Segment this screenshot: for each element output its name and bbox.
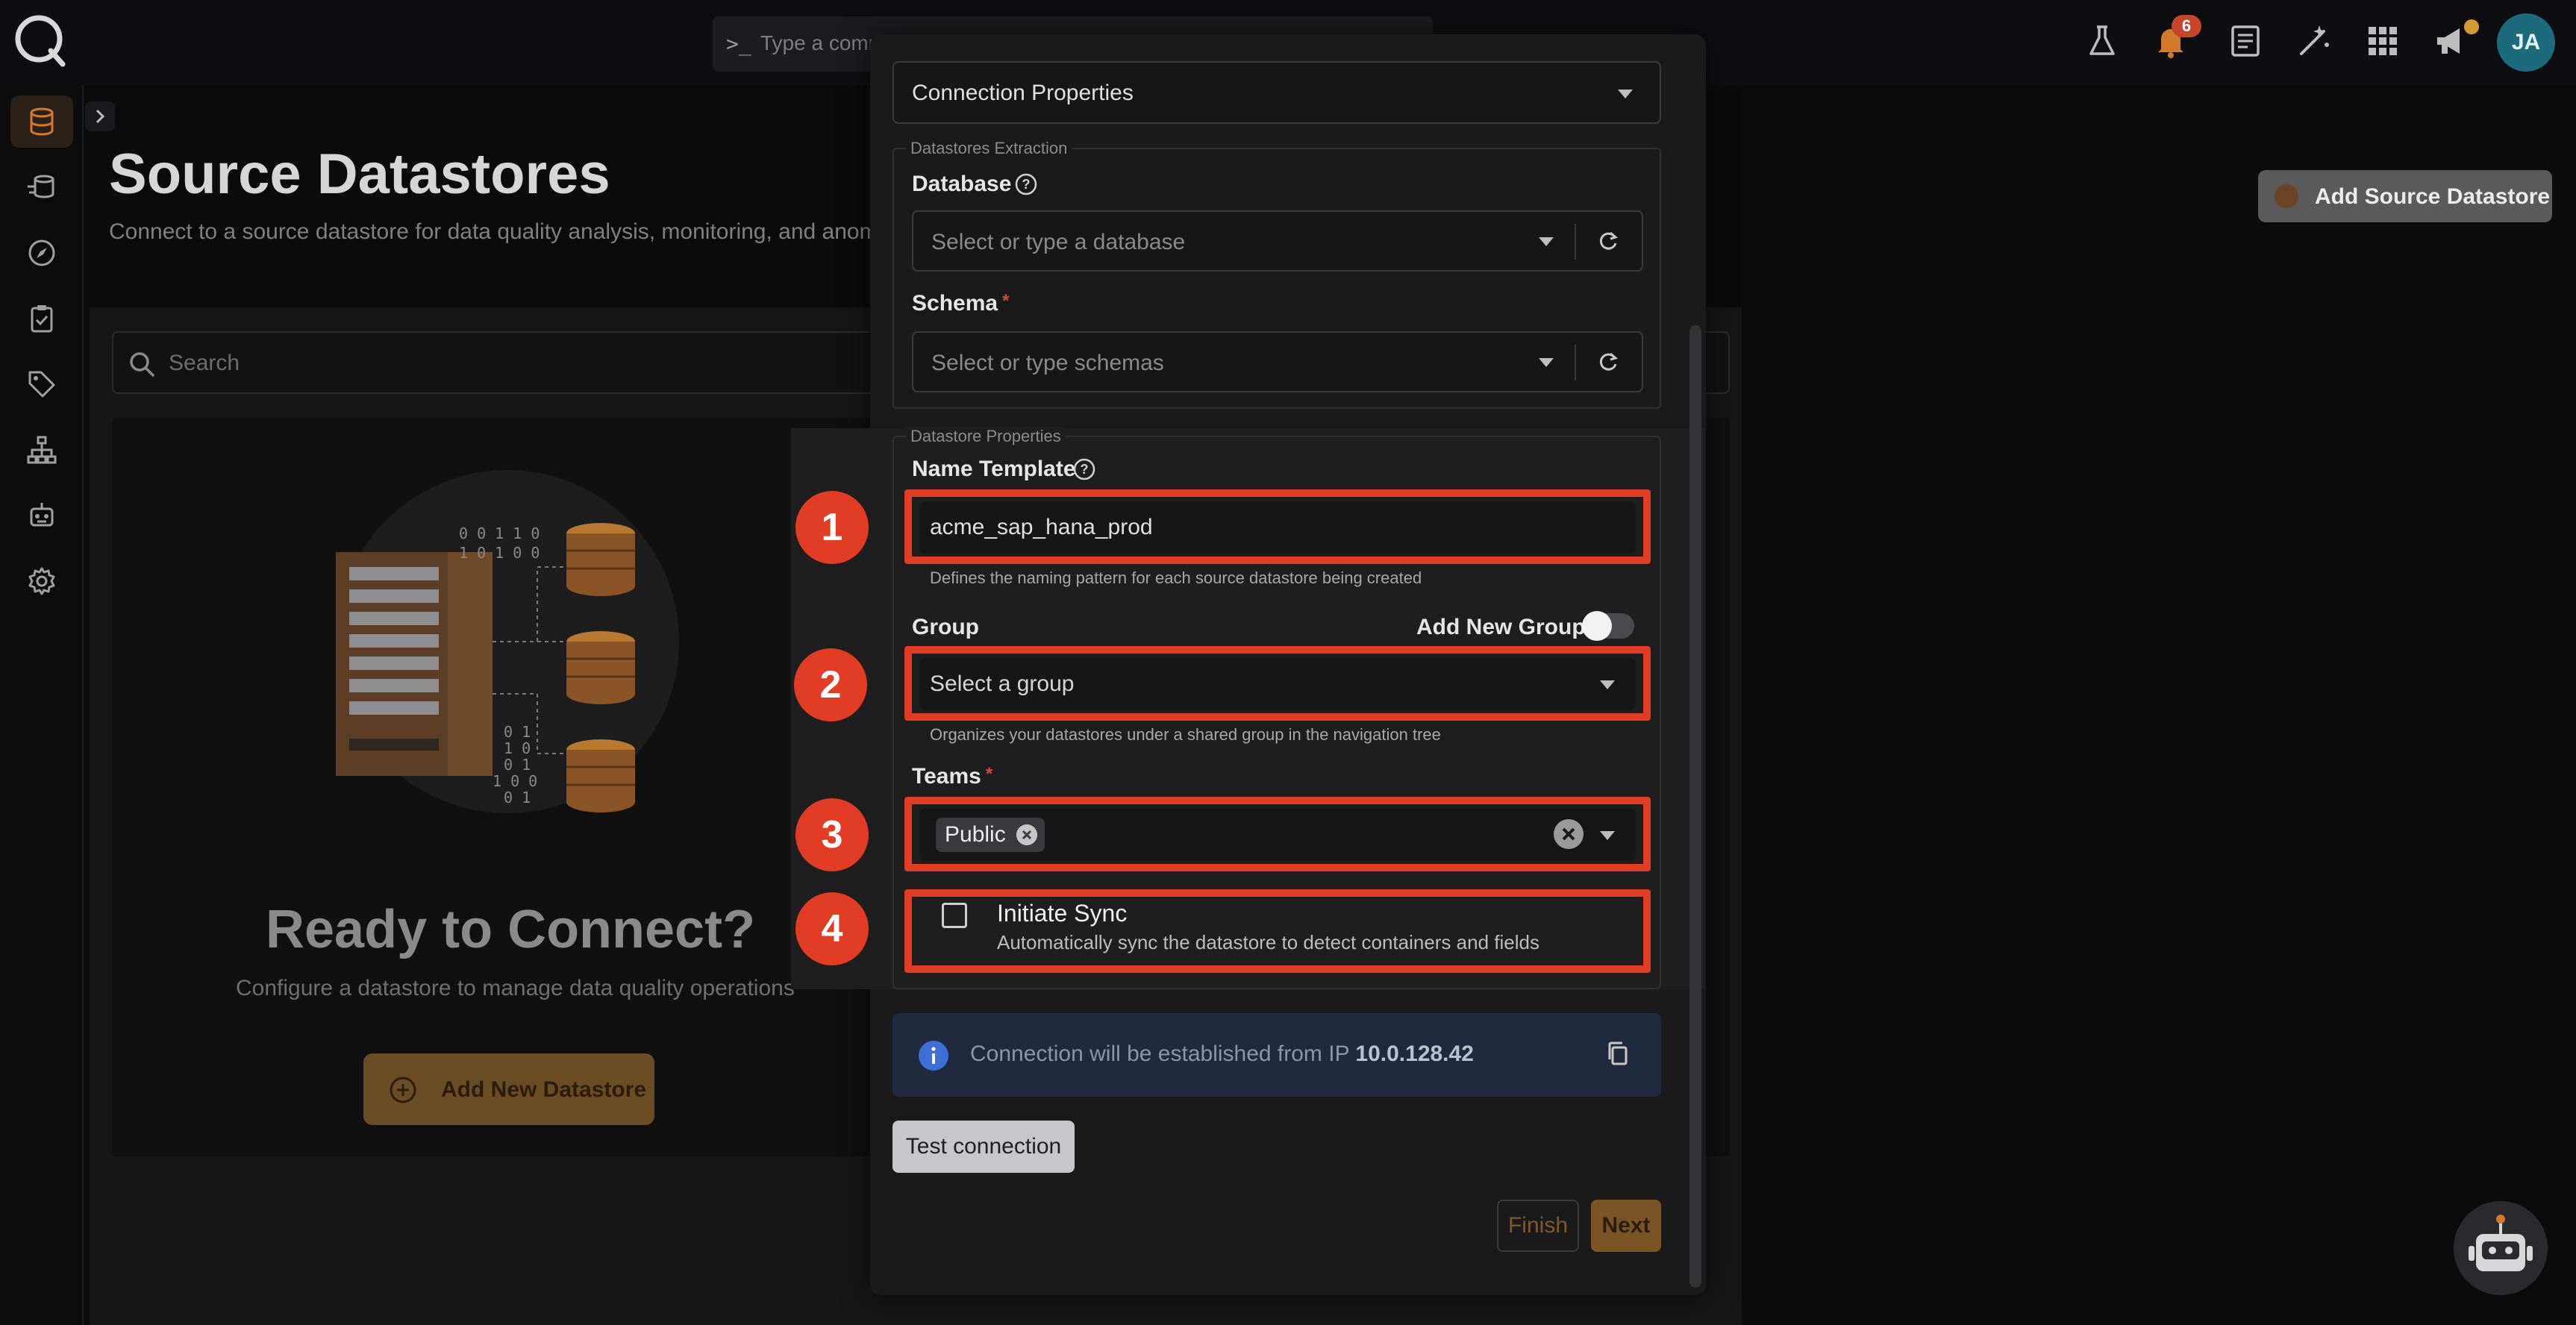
database-placeholder: Select or type a database [931,230,1186,254]
schema-label: Schema * [912,291,1010,316]
sidebar [0,85,84,1325]
sidebar-item-enrichment[interactable] [10,161,73,213]
properties-legend: Datastore Properties [906,427,1066,446]
finish-button[interactable]: Finish [1497,1200,1579,1252]
select-divider [1575,345,1576,380]
teams-label: Teams * [912,764,993,789]
schema-placeholder: Select or type schemas [931,351,1164,375]
step-marker-1: 1 [795,491,869,564]
required-indicator: * [1002,291,1010,311]
test-connection-button[interactable]: Test connection [892,1121,1075,1173]
highlight-box-2 [904,646,1651,721]
binary-row: 0 0 1 1 0 [459,524,540,542]
database-select[interactable]: Select or type a database [912,210,1643,272]
binary-col: 1 0 0 [493,772,537,790]
required-indicator: * [985,764,993,784]
hierarchy-icon [27,436,57,464]
highlight-box-3 [904,797,1651,871]
database-label: Database [912,172,1012,196]
app-logo-icon[interactable] [10,10,70,70]
name-template-hint: Defines the naming pattern for each sour… [930,568,1422,587]
compass-icon [28,239,55,266]
refresh-icon[interactable] [1595,349,1621,375]
page-title: Source Datastores [109,142,610,206]
robot-icon [30,503,54,527]
sidebar-item-settings[interactable] [10,555,73,607]
chevron-down-icon [1539,237,1554,246]
connection-ip-text: Connection will be established from IP 1… [970,1041,1474,1066]
add-new-datastore-label: Add New Datastore [441,1077,647,1102]
step-marker-2: 2 [794,648,867,721]
group-hint: Organizes your datastores under a shared… [930,725,1441,744]
add-new-group-toggle[interactable] [1582,611,1634,641]
modal-scrollbar[interactable] [1689,325,1701,1288]
flask-icon[interactable] [2082,21,2122,61]
copy-icon[interactable] [1604,1040,1631,1067]
help-circle-icon[interactable]: ? [1072,457,1097,482]
help-circle-icon[interactable]: ? [1013,172,1039,197]
search-icon [130,352,154,377]
select-divider [1575,224,1576,260]
binary-col: 0 1 [504,789,531,806]
sidebar-item-agents[interactable] [10,489,73,542]
add-source-datastore-label: Add Source Datastore [2315,184,2551,209]
empty-state-subtitle: Configure a datastore to manage data qua… [236,976,795,1000]
add-new-datastore-button[interactable]: Add New Datastore [363,1053,654,1125]
step-marker-3: 3 [795,798,869,871]
info-icon [919,1041,948,1071]
command-placeholder: Type a comm [760,31,887,54]
connection-ip-address: 10.0.128.42 [1355,1041,1474,1066]
refresh-icon[interactable] [1595,228,1621,254]
chat-bot-icon[interactable] [2454,1201,2548,1295]
svg-text:?: ? [1022,177,1031,192]
gear-icon [28,567,55,595]
sidebar-item-tags[interactable] [10,358,73,410]
sidebar-item-hierarchy[interactable] [10,424,73,476]
schema-select[interactable]: Select or type schemas [912,331,1643,392]
add-new-group-label: Add New Group [1416,615,1586,639]
notification-badge: 6 [2172,15,2201,37]
connection-ip-info: Connection will be established from IP 1… [892,1013,1661,1097]
server-illustration-icon: 0 0 1 1 0 1 0 1 0 0 0 1 1 0 0 1 1 0 0 0 … [336,470,679,813]
step-marker-4: 4 [795,892,869,965]
magic-wand-icon[interactable] [2294,21,2334,61]
page-subtitle: Connect to a source datastore for data q… [109,219,870,244]
name-template-label: Name Template [912,457,1076,481]
group-label: Group [912,615,979,639]
toggle-knob [1582,611,1612,641]
add-source-datastore-button[interactable]: Add Source Datastore [2258,170,2552,222]
search-placeholder: Search [169,351,240,375]
document-icon[interactable] [2225,21,2266,61]
sidebar-item-explore[interactable] [10,227,73,279]
announcement-dot [2464,19,2479,34]
terminal-icon: >_ [726,31,751,56]
binary-col: 0 1 [504,756,531,774]
chevron-down-icon [1618,90,1633,98]
tag-icon [28,371,55,398]
chevron-right-icon[interactable] [84,100,116,133]
binary-row: 1 0 1 0 0 [459,544,540,562]
database-icon [30,107,54,136]
empty-state-title: Ready to Connect? [266,900,756,959]
extraction-legend: Datastores Extraction [906,139,1072,158]
plus-circle-icon [390,1077,416,1103]
plus-circle-icon [2275,184,2298,208]
sidebar-item-datastores[interactable] [10,95,73,148]
svg-text:?: ? [1081,462,1089,477]
next-button[interactable]: Next [1591,1200,1661,1252]
highlight-box-4 [904,889,1651,973]
highlight-box-1 [904,489,1651,564]
connection-properties-dropdown[interactable]: Connection Properties [892,61,1661,124]
binary-col: 1 0 [504,739,531,757]
clipboard-check-icon [31,305,53,333]
user-avatar[interactable]: JA [2497,13,2555,72]
datastore-stack-icon [28,175,54,198]
binary-col: 0 1 [504,723,531,741]
sidebar-item-checks[interactable] [10,292,73,345]
connection-properties-label: Connection Properties [912,81,1134,105]
chevron-down-icon [1539,358,1554,367]
apps-grid-icon[interactable] [2363,21,2403,61]
